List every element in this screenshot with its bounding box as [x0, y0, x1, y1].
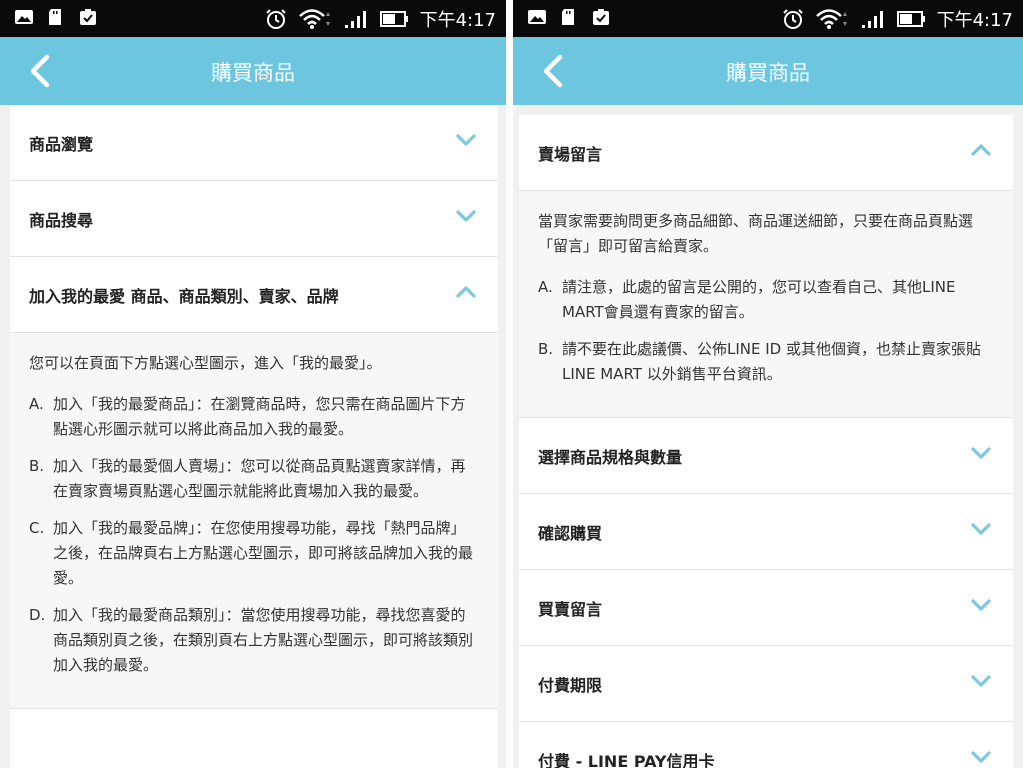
faq-section-next[interactable]: [10, 709, 498, 768]
system-icons: 下午4:17: [781, 6, 1013, 32]
accordion-header[interactable]: 付費 - LINE PAY信用卡: [519, 722, 1013, 768]
item-marker: D.: [29, 606, 46, 624]
clipboard-check-icon: [80, 9, 96, 25]
section-label: 確認購買: [538, 524, 603, 543]
faq-section-search[interactable]: 商品搜尋: [10, 181, 498, 257]
left-screen: 下午4:17 購買商品 商品瀏覽 商品搜尋 加入我的最愛 商品、商品類別、賣家、…: [0, 0, 506, 768]
accordion-header[interactable]: 付費期限: [519, 646, 1013, 721]
clock: 下午4:17: [936, 10, 1013, 31]
signal-icon: [344, 11, 366, 28]
faq-section-confirm-purchase[interactable]: 確認購買: [519, 494, 1013, 570]
section-label: 商品搜尋: [29, 211, 94, 230]
system-icons: 下午4:17: [264, 6, 496, 32]
faq-section-spec-quantity[interactable]: 選擇商品規格與數量: [519, 418, 1013, 494]
section-label: 付費 - LINE PAY信用卡: [538, 752, 715, 768]
body-intro: 當買家需要詢問更多商品細節、商品運送細節，只要在商品頁點選「留言」即可留言給賣家…: [538, 212, 974, 255]
accordion-header[interactable]: 賣場留言: [519, 115, 1013, 190]
status-bar: 下午4:17: [513, 0, 1023, 37]
status-bar: 下午4:17: [0, 0, 506, 37]
item-marker: C.: [29, 519, 45, 537]
chevron-down-icon: [456, 134, 476, 146]
accordion-header[interactable]: 選擇商品規格與數量: [519, 418, 1013, 493]
accordion-header[interactable]: 確認購買: [519, 494, 1013, 569]
app-bar: 購買商品: [0, 37, 506, 105]
chevron-up-icon: [456, 286, 476, 298]
accordion-header[interactable]: 加入我的最愛 商品、商品類別、賣家、品牌: [10, 257, 498, 332]
right-screen: 下午4:17 購買商品 賣場留言 當買家需要詢問更多商品細節、商品運送細節，只要…: [513, 0, 1023, 768]
faq-section-browse[interactable]: 商品瀏覽: [10, 105, 498, 181]
app-bar: 購買商品: [513, 37, 1023, 105]
accordion-header[interactable]: 商品搜尋: [10, 181, 498, 256]
item-text: 請不要在此處議價、公佈LINE ID 或其他個資，也禁止賣家張貼LINE MAR…: [562, 340, 981, 383]
chevron-down-icon: [971, 751, 991, 763]
section-label: 賣場留言: [538, 145, 603, 164]
body-intro: 您可以在頁面下方點選心型圖示，進入「我的最愛」。: [29, 354, 382, 372]
sd-card-icon: [49, 9, 61, 25]
list-item: A. 請注意，此處的留言是公開的，您可以查看自己、其他LINE MART會員還有…: [538, 275, 993, 325]
wifi-icon: [815, 9, 847, 29]
list-item: A. 加入「我的最愛商品」：在瀏覽商品時，您只需在商品圖片下方點選心形圖示就可以…: [29, 392, 478, 442]
chevron-down-icon: [971, 447, 991, 459]
faq-list: 商品瀏覽 商品搜尋 加入我的最愛 商品、商品類別、賣家、品牌 您可以在頁面下方點…: [10, 105, 498, 768]
accordion-body: 當買家需要詢問更多商品細節、商品運送細節，只要在商品頁點選「留言」即可留言給賣家…: [519, 190, 1013, 417]
chevron-down-icon: [971, 523, 991, 535]
chevron-up-icon: [971, 144, 991, 156]
clipboard-check-icon: [593, 9, 609, 25]
item-text: 加入「我的最愛品牌」：在您使用搜尋功能，尋找「熱門品牌」之後，在品牌頁右上方點選…: [53, 519, 474, 587]
list-item: B. 請不要在此處議價、公佈LINE ID 或其他個資，也禁止賣家張貼LINE …: [538, 337, 993, 387]
item-text: 請注意，此處的留言是公開的，您可以查看自己、其他LINE MART會員還有賣家的…: [562, 278, 956, 321]
battery-icon: [896, 11, 925, 27]
chevron-down-icon: [456, 210, 476, 222]
section-label: 買賣留言: [538, 600, 603, 619]
list-item: B. 加入「我的最愛個人賣場」：您可以從商品頁點選賣家詳情，再在賣家賣場頁點選心…: [29, 454, 478, 504]
faq-section-payment-deadline[interactable]: 付費期限: [519, 646, 1013, 722]
sd-card-icon: [562, 9, 574, 25]
item-marker: B.: [538, 340, 554, 358]
item-text: 加入「我的最愛商品類別」：當您使用搜尋功能，尋找您喜愛的商品類別頁之後，在類別頁…: [53, 606, 474, 674]
list-item: C. 加入「我的最愛品牌」：在您使用搜尋功能，尋找「熱門品牌」之後，在品牌頁右上…: [29, 516, 478, 591]
image-icon: [15, 10, 33, 24]
list-item: D. 加入「我的最愛商品類別」：當您使用搜尋功能，尋找您喜愛的商品類別頁之後，在…: [29, 603, 478, 678]
chevron-down-icon: [971, 599, 991, 611]
alarm-icon: [265, 9, 286, 29]
faq-section-linepay[interactable]: 付費 - LINE PAY信用卡: [519, 722, 1013, 768]
signal-icon: [861, 11, 883, 28]
page-title: 購買商品: [726, 61, 810, 85]
faq-section-favorites[interactable]: 加入我的最愛 商品、商品類別、賣家、品牌 您可以在頁面下方點選心型圖示，進入「我…: [10, 257, 498, 709]
section-label: 選擇商品規格與數量: [538, 448, 683, 467]
accordion-header[interactable]: 買賣留言: [519, 570, 1013, 645]
notification-icons: [14, 8, 98, 26]
wifi-icon: [298, 9, 330, 29]
faq-section-trade-comments[interactable]: 買賣留言: [519, 570, 1013, 646]
item-marker: A.: [538, 278, 553, 296]
section-label: 加入我的最愛 商品、商品類別、賣家、品牌: [29, 287, 339, 306]
item-marker: B.: [29, 457, 45, 475]
section-label: 付費期限: [538, 676, 603, 695]
accordion-body: 您可以在頁面下方點選心型圖示，進入「我的最愛」。 A. 加入「我的最愛商品」：在…: [10, 332, 498, 708]
accordion-header[interactable]: 商品瀏覽: [10, 105, 498, 180]
faq-section-store-comments[interactable]: 賣場留言 當買家需要詢問更多商品細節、商品運送細節，只要在商品頁點選「留言」即可…: [519, 115, 1013, 418]
section-label: 商品瀏覽: [29, 135, 94, 154]
item-marker: A.: [29, 395, 44, 413]
alarm-icon: [782, 9, 803, 29]
faq-list: 賣場留言 當買家需要詢問更多商品細節、商品運送細節，只要在商品頁點選「留言」即可…: [519, 115, 1013, 768]
page-title: 購買商品: [211, 61, 295, 85]
image-icon: [528, 10, 546, 24]
notification-icons: [527, 8, 611, 26]
item-text: 加入「我的最愛商品」：在瀏覽商品時，您只需在商品圖片下方點選心形圖示就可以將此商…: [53, 395, 466, 438]
battery-icon: [379, 11, 408, 27]
item-text: 加入「我的最愛個人賣場」：您可以從商品頁點選賣家詳情，再在賣家賣場頁點選心型圖示…: [53, 457, 466, 500]
clock: 下午4:17: [419, 10, 496, 31]
chevron-down-icon: [971, 675, 991, 687]
